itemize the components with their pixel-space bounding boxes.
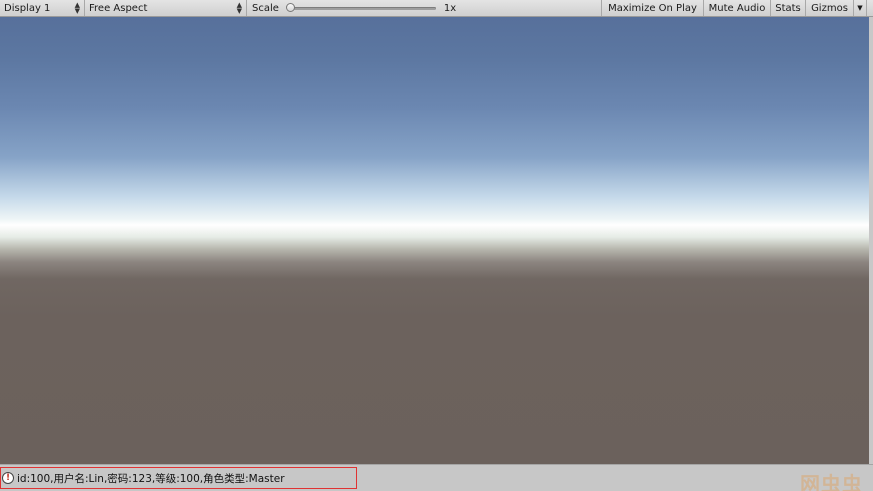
- maximize-on-play-label: Maximize On Play: [608, 2, 697, 14]
- display-dropdown[interactable]: Display 1 ▲ ▼: [0, 0, 85, 16]
- maximize-on-play-toggle[interactable]: Maximize On Play: [601, 0, 703, 16]
- scale-control: Scale 1x: [247, 0, 601, 16]
- watermark-logo: 网虫虫: [800, 472, 863, 491]
- scale-value-label: 1x: [443, 2, 457, 14]
- scale-label: Scale: [252, 2, 279, 14]
- aspect-dropdown-label: Free Aspect: [89, 2, 148, 14]
- gizmos-dropdown-arrow[interactable]: ▼: [853, 0, 867, 16]
- log-message-text: id:100,用户名:Lin,密码:123,等级:100,角色类型:Master: [17, 472, 285, 485]
- game-viewport[interactable]: [0, 17, 869, 464]
- console-log-message[interactable]: ! id:100,用户名:Lin,密码:123,等级:100,角色类型:Mast…: [0, 467, 357, 489]
- mute-audio-label: Mute Audio: [708, 2, 766, 14]
- scale-slider-thumb[interactable]: [285, 2, 295, 12]
- chevron-down-icon: ▼: [857, 4, 863, 12]
- updown-arrows-icon: ▲ ▼: [74, 1, 80, 15]
- mute-audio-toggle[interactable]: Mute Audio: [703, 0, 770, 16]
- stats-label: Stats: [775, 2, 801, 14]
- gizmos-label: Gizmos: [811, 2, 848, 14]
- game-view-toolbar: Display 1 ▲ ▼ Free Aspect ▲ ▼ Scale 1x Max…: [0, 0, 873, 17]
- warning-exclamation-icon: !: [2, 472, 14, 484]
- updown-arrows-icon: ▲ ▼: [236, 1, 242, 15]
- stats-toggle[interactable]: Stats: [770, 0, 805, 16]
- aspect-dropdown[interactable]: Free Aspect ▲ ▼: [85, 0, 247, 16]
- display-dropdown-label: Display 1: [4, 2, 51, 14]
- unity-game-view: Display 1 ▲ ▼ Free Aspect ▲ ▼ Scale 1x Max…: [0, 0, 873, 491]
- status-bar: ! id:100,用户名:Lin,密码:123,等级:100,角色类型:Mast…: [0, 464, 873, 491]
- gizmos-toggle[interactable]: Gizmos: [805, 0, 853, 16]
- scale-slider[interactable]: [285, 2, 436, 12]
- viewport-edge: [869, 17, 873, 464]
